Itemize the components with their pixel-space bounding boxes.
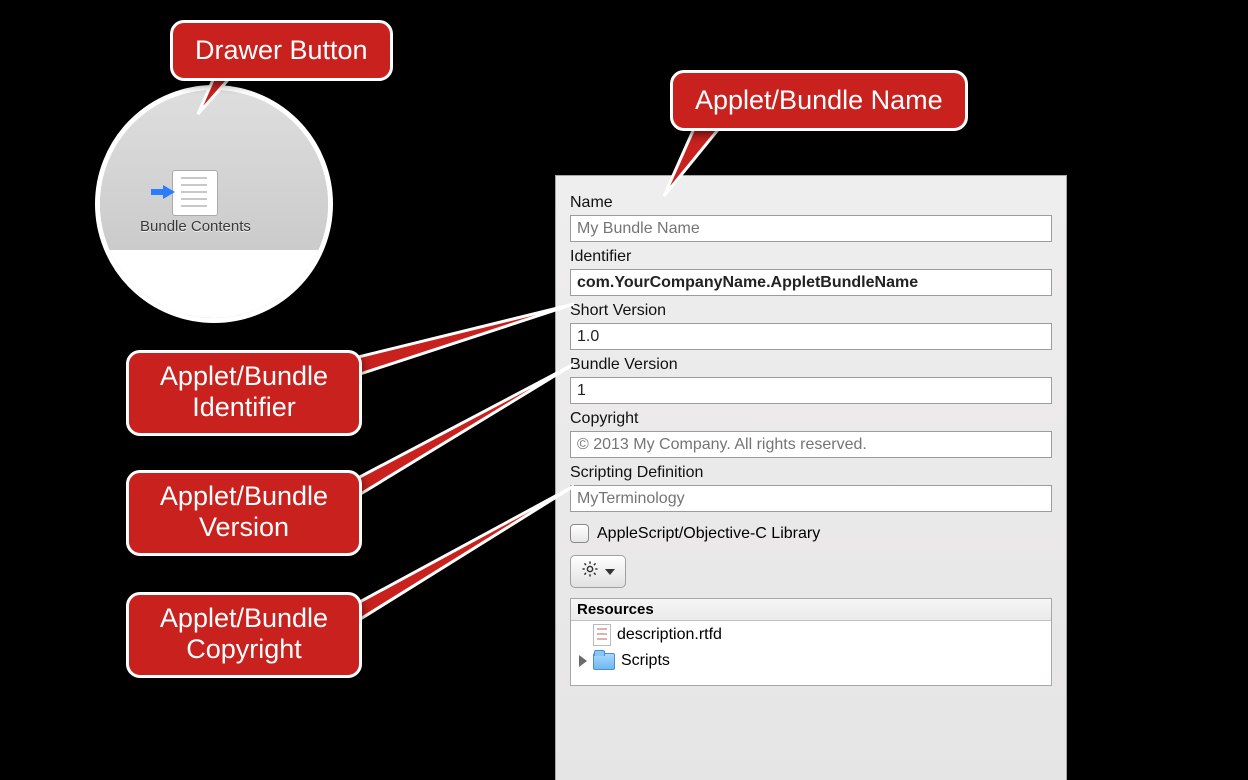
tree-item-label: Scripts — [621, 652, 670, 670]
sdef-label: Scripting Definition — [570, 464, 1052, 482]
file-icon — [593, 624, 611, 646]
callout-name: Applet/Bundle Name — [670, 70, 968, 131]
callout-drawer: Drawer Button — [170, 20, 393, 81]
short-version-label: Short Version — [570, 302, 1052, 320]
folder-icon — [593, 653, 615, 670]
sdef-field[interactable] — [570, 485, 1052, 512]
callout-text: Applet/Bundle Copyright — [160, 603, 328, 664]
tree-row-scripts[interactable]: Scripts — [571, 649, 1051, 673]
callout-copyright: Applet/Bundle Copyright — [126, 592, 362, 678]
gear-icon — [581, 560, 599, 583]
name-field[interactable] — [570, 215, 1052, 242]
bundle-version-field[interactable] — [570, 377, 1052, 404]
tree-item-label: description.rtfd — [617, 626, 722, 644]
identifier-label: Identifier — [570, 248, 1052, 266]
resources-tree: Resources description.rtfd Scripts — [570, 598, 1052, 686]
callout-version: Applet/Bundle Version — [126, 470, 362, 556]
name-label: Name — [570, 194, 1052, 212]
tree-row-description[interactable]: description.rtfd — [571, 621, 1051, 649]
arrow-head — [163, 185, 175, 199]
bundle-info-panel: Name Identifier Short Version Bundle Ver… — [555, 175, 1067, 780]
toolbar-content-bg — [100, 250, 328, 323]
disclosure-triangle-icon[interactable] — [579, 655, 587, 667]
bundle-contents-label: Bundle Contents — [140, 218, 251, 235]
bundle-contents-button[interactable]: Bundle Contents — [140, 170, 251, 235]
chevron-down-icon — [605, 569, 615, 575]
callout-tail-icon — [350, 480, 580, 640]
drawer-icon — [172, 170, 218, 216]
copyright-field[interactable] — [570, 431, 1052, 458]
bundle-version-label: Bundle Version — [570, 356, 1052, 374]
short-version-field[interactable] — [570, 323, 1052, 350]
asoc-library-label: AppleScript/Objective-C Library — [597, 525, 820, 543]
copyright-label: Copyright — [570, 410, 1052, 428]
resources-header: Resources — [571, 599, 1051, 621]
identifier-field[interactable] — [570, 269, 1052, 296]
callout-text: Applet/Bundle Version — [160, 481, 328, 542]
callout-text: Applet/Bundle Name — [695, 85, 943, 115]
callout-identifier: Applet/Bundle Identifier — [126, 350, 362, 436]
callout-text: Drawer Button — [195, 35, 368, 65]
callout-text: Applet/Bundle Identifier — [160, 361, 328, 422]
